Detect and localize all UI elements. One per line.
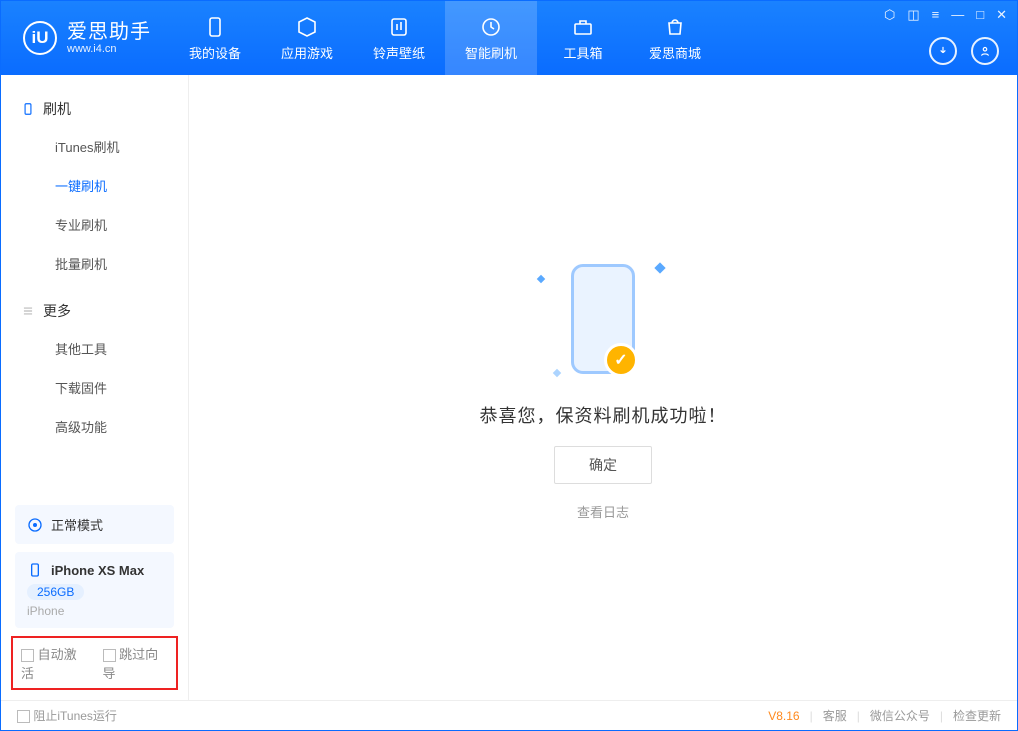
shirt-icon[interactable]: ⬡ [884,7,895,23]
nav-flash-label: 智能刷机 [465,43,517,62]
sidebar-section-more: 更多 [1,293,188,329]
sidebar-flash-title: 刷机 [43,99,71,119]
nav-tools-label: 工具箱 [563,43,602,62]
app-logo: iU 爱思助手 www.i4.cn [1,1,169,75]
sidebar-item-advanced[interactable]: 高级功能 [1,407,188,446]
app-domain: www.i4.cn [67,43,151,55]
nav-device-label: 我的设备 [189,43,241,62]
close-button[interactable]: ✕ [996,7,1007,23]
download-icon[interactable] [929,37,957,65]
device-storage: 256GB [27,584,84,600]
sidebar-item-other[interactable]: 其他工具 [1,329,188,368]
footer-support[interactable]: 客服 [823,707,847,724]
minimize-button[interactable]: — [951,7,964,23]
checkbox-icon[interactable] [21,649,34,662]
success-message: 恭喜您，保资料刷机成功啦！ [480,402,727,428]
nav-apps[interactable]: 应用游戏 [261,1,353,75]
logo-icon: iU [23,21,57,55]
ok-button[interactable]: 确定 [554,446,652,484]
app-name: 爱思助手 [67,21,151,43]
nav-apps-label: 应用游戏 [281,43,333,62]
opt-skip-guide[interactable]: 跳过向导 [103,644,169,682]
check-badge-icon: ✓ [604,343,638,377]
list-icon [21,304,35,318]
sidebar-item-itunes[interactable]: iTunes刷机 [1,127,188,166]
phone-outline-icon: ✓ [571,264,635,374]
options-row: 自动激活 跳过向导 [11,636,178,690]
success-illustration: ✓ [528,254,678,384]
nav-rings-label: 铃声壁纸 [373,43,425,62]
checkbox-icon[interactable] [17,710,30,723]
nav-rings[interactable]: 铃声壁纸 [353,1,445,75]
sidebar-item-firmware[interactable]: 下载固件 [1,368,188,407]
checkbox-icon[interactable] [103,649,116,662]
sidebar-more-title: 更多 [43,301,71,321]
cube-icon [294,15,320,39]
view-log-link[interactable]: 查看日志 [577,502,629,521]
sidebar-item-batch[interactable]: 批量刷机 [1,244,188,283]
version-label: V8.16 [768,709,799,723]
device-small-icon [27,562,43,578]
footer-block-itunes[interactable]: 阻止iTunes运行 [17,707,117,724]
footer-wechat[interactable]: 微信公众号 [870,707,930,724]
nav-store[interactable]: 爱思商城 [629,1,721,75]
phone-icon [21,102,35,116]
nav-flash[interactable]: 智能刷机 [445,1,537,75]
refresh-icon [478,15,504,39]
user-icon[interactable] [971,37,999,65]
mode-label: 正常模式 [51,515,103,534]
opt-auto-activate[interactable]: 自动激活 [21,644,87,682]
sidebar-item-oneclick[interactable]: 一键刷机 [1,166,188,205]
mode-icon [27,517,43,533]
device-icon [202,15,228,39]
music-icon [386,15,412,39]
mode-card[interactable]: 正常模式 [15,505,174,544]
box-icon[interactable]: ◫ [907,7,919,23]
footer-update[interactable]: 检查更新 [953,707,1001,724]
device-card[interactable]: iPhone XS Max 256GB iPhone [15,552,174,628]
device-name: iPhone XS Max [51,563,144,578]
toolbox-icon [570,15,596,39]
sidebar-section-flash: 刷机 [1,91,188,127]
bag-icon [662,15,688,39]
nav-store-label: 爱思商城 [649,43,701,62]
device-type: iPhone [27,604,162,618]
nav-tools[interactable]: 工具箱 [537,1,629,75]
sidebar-item-pro[interactable]: 专业刷机 [1,205,188,244]
menu-icon[interactable]: ≡ [932,7,940,23]
maximize-button[interactable]: □ [976,7,984,23]
nav-device[interactable]: 我的设备 [169,1,261,75]
window-controls: ⬡ ◫ ≡ — □ ✕ [884,7,1007,23]
